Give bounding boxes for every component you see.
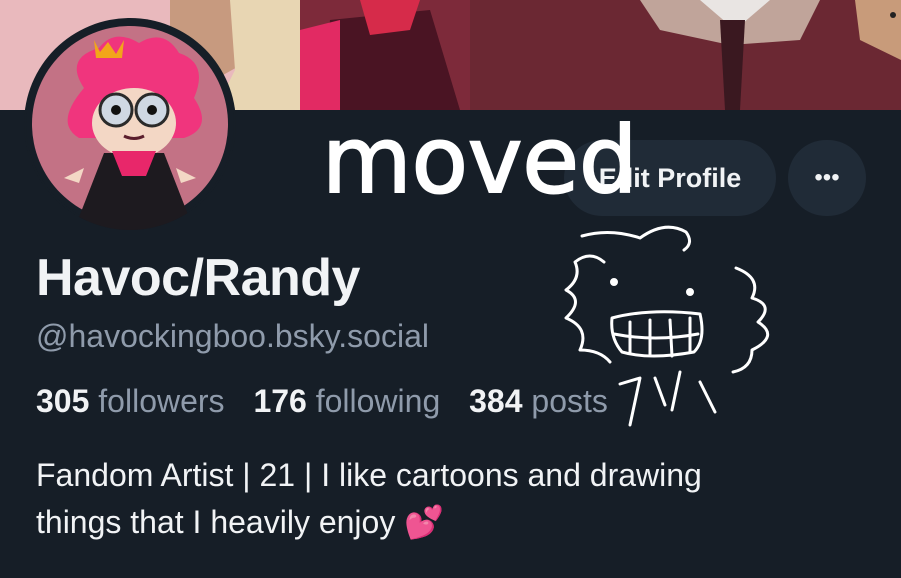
edit-profile-label: Edit Profile [598,162,742,193]
avatar[interactable] [24,18,236,230]
bio-line-1: Fandom Artist | 21 | I like cartoons and… [36,457,702,493]
bio-line-2: things that I heavily enjoy 💕 [36,499,856,546]
posts-count: 384 [469,383,523,419]
profile-stats: 305 followers 176 following 384 posts [36,383,628,420]
avatar-artwork [26,20,234,230]
two-hearts-icon: 💕 [404,504,445,540]
following-count: 176 [253,383,307,419]
more-options-icon: ••• [814,164,840,191]
followers-link[interactable]: 305 followers [36,383,225,419]
followers-label: followers [98,383,225,419]
display-name: Havoc/Randy [36,249,360,307]
profile-page: Edit Profile ••• Havoc/Randy @havockingb… [0,0,901,578]
bio-line-2-text: things that I heavily enjoy [36,504,396,540]
following-link[interactable]: 176 following [253,383,440,419]
posts-link[interactable]: 384 posts [469,383,608,419]
profile-handle: @havockingboo.bsky.social [36,318,429,354]
more-options-button[interactable]: ••• [788,140,866,216]
followers-count: 305 [36,383,90,419]
following-label: following [315,383,441,419]
profile-bio: Fandom Artist | 21 | I like cartoons and… [36,452,856,546]
edit-profile-button[interactable]: Edit Profile [564,140,776,216]
posts-label: posts [531,383,608,419]
